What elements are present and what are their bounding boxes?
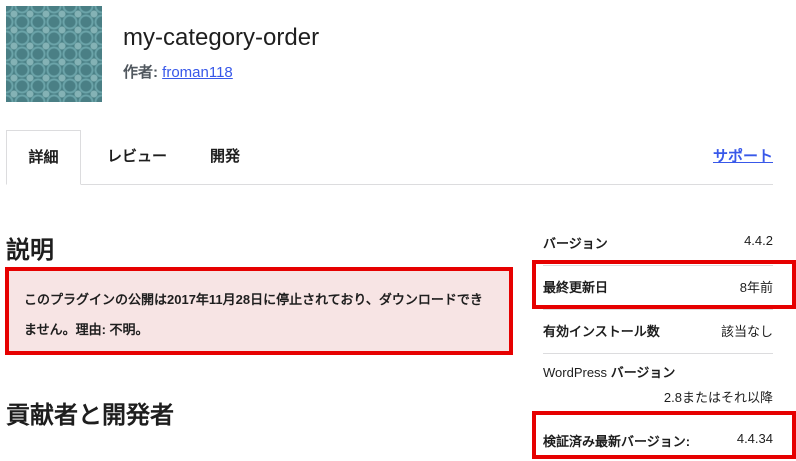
plugin-title: my-category-order [123,24,320,51]
tested-highlight [532,411,796,459]
meta-label-installs: 有効インストール数 [543,324,660,339]
notice-line-2: ません。理由: 不明。 [24,322,149,337]
tab-reviews[interactable]: レビュー [107,130,167,184]
contributors-heading: 貢献者と開発者 [6,402,174,429]
author-line: 作者: froman118 [123,61,233,82]
description-heading: 説明 [6,237,54,264]
updated-highlight [532,260,796,309]
meta-label-wp-version: WordPress バージョン [543,362,675,381]
meta-value-installs: 該当なし [720,324,773,339]
plugin-tabs: 詳細 レビュー 開発 サポート [6,130,773,185]
meta-value-wp-version: 2.8またはそれ以降 [663,390,773,405]
plugin-icon [6,6,102,102]
meta-row-installs: 有効インストール数 該当なし [543,310,773,354]
closed-notice: このプラグインの公開は2017年11月28日に停止されており、ダウンロードでき … [9,271,509,351]
tab-details[interactable]: 詳細 [6,130,81,185]
author-label: 作者: [123,64,158,81]
tab-support[interactable]: サポート [713,130,773,184]
meta-label-version: バージョン [543,236,608,251]
author-link[interactable]: froman118 [162,64,233,81]
meta-value-version: 4.4.2 [744,233,773,248]
tab-development[interactable]: 開発 [210,130,240,184]
notice-line-1: このプラグインの公開は2017年11月28日に停止されており、ダウンロードでき [24,292,483,307]
meta-label-wp-version-suffix: バージョン [610,365,676,380]
meta-label-wp-version-prefix: WordPress [543,365,608,380]
meta-row-wp-version: WordPress バージョン 2.8またはそれ以降 [543,354,773,413]
